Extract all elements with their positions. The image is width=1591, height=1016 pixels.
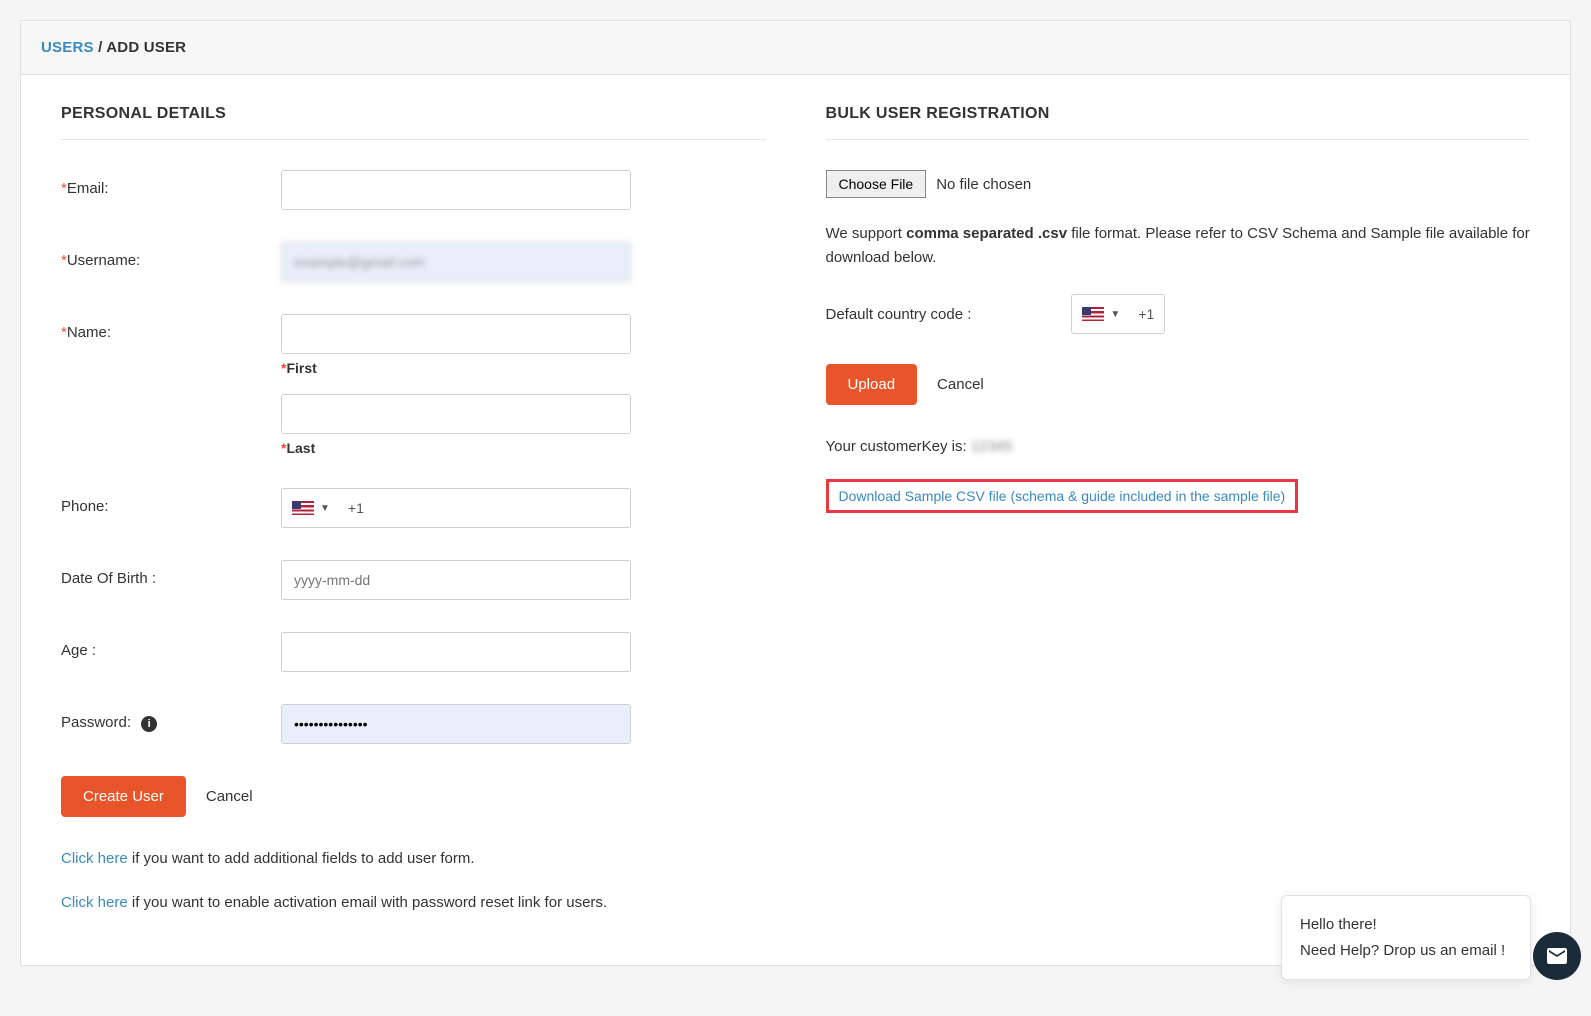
age-row: Age : — [61, 632, 766, 672]
bulk-cancel-button[interactable]: Cancel — [937, 376, 984, 393]
breadcrumb: USERS / ADD USER — [21, 21, 1570, 75]
phone-country-selector[interactable]: ▼ — [282, 501, 338, 515]
first-name-sublabel: First — [286, 360, 316, 376]
activation-email-link[interactable]: Click here — [61, 894, 128, 911]
chat-line2: Need Help? Drop us an email ! — [1300, 938, 1512, 964]
country-code-label: Default country code : — [826, 306, 972, 323]
bulk-registration-section: BULK USER REGISTRATION Choose File No fi… — [826, 105, 1531, 935]
last-name-input[interactable] — [281, 394, 631, 434]
info-icon[interactable]: i — [141, 716, 157, 732]
dob-row: Date Of Birth : — [61, 560, 766, 600]
chevron-down-icon: ▼ — [320, 503, 330, 514]
note-additional-fields: Click here if you want to add additional… — [61, 847, 766, 871]
password-input — [281, 704, 631, 744]
name-label: Name: — [67, 324, 111, 341]
file-row: Choose File No file chosen — [826, 170, 1531, 198]
download-sample-link[interactable]: Download Sample CSV file (schema & guide… — [839, 488, 1286, 504]
username-row: *Username: — [61, 242, 766, 282]
create-user-button[interactable]: Create User — [61, 776, 186, 817]
divider — [826, 139, 1531, 140]
cancel-button[interactable]: Cancel — [206, 788, 253, 805]
country-code-row: Default country code : ▼ +1 — [826, 294, 1531, 334]
password-label: Password: — [61, 714, 131, 731]
breadcrumb-current: ADD USER — [106, 39, 186, 56]
first-name-input[interactable] — [281, 314, 631, 354]
customer-key-row: Your customerKey is: 12345 — [826, 435, 1531, 459]
age-label: Age : — [61, 642, 96, 659]
breadcrumb-users-link[interactable]: USERS — [41, 39, 94, 56]
chat-button[interactable] — [1533, 932, 1581, 980]
name-row: *Name: *First *Last — [61, 314, 766, 456]
page-card: USERS / ADD USER PERSONAL DETAILS *Email… — [20, 20, 1571, 966]
phone-input-wrap[interactable]: ▼ +1 — [281, 488, 631, 528]
customer-key-value: 12345 — [971, 438, 1013, 455]
us-flag-icon — [1082, 307, 1104, 321]
content: PERSONAL DETAILS *Email: *Username: *Nam… — [21, 75, 1570, 965]
chat-line1: Hello there! — [1300, 912, 1512, 938]
email-label: Email: — [67, 180, 109, 197]
mail-icon — [1545, 944, 1569, 968]
upload-button[interactable]: Upload — [826, 364, 918, 405]
personal-details-section: PERSONAL DETAILS *Email: *Username: *Nam… — [61, 105, 766, 935]
chevron-down-icon: ▼ — [1110, 309, 1120, 320]
phone-label: Phone: — [61, 498, 109, 515]
country-code-value: +1 — [1128, 306, 1164, 322]
file-status: No file chosen — [936, 176, 1031, 193]
phone-row: Phone: ▼ +1 — [61, 488, 766, 528]
dob-label: Date Of Birth : — [61, 570, 156, 587]
additional-fields-link[interactable]: Click here — [61, 850, 128, 867]
password-row: Password: i — [61, 704, 766, 744]
username-input — [281, 242, 631, 282]
note-activation-email: Click here if you want to enable activat… — [61, 891, 766, 915]
email-row: *Email: — [61, 170, 766, 210]
support-text: We support comma separated .csv file for… — [826, 222, 1531, 270]
download-sample-box: Download Sample CSV file (schema & guide… — [826, 479, 1299, 513]
personal-details-title: PERSONAL DETAILS — [61, 105, 766, 123]
choose-file-button[interactable]: Choose File — [826, 170, 927, 198]
phone-code: +1 — [338, 500, 374, 516]
bulk-title: BULK USER REGISTRATION — [826, 105, 1531, 123]
last-name-sublabel: Last — [286, 440, 315, 456]
us-flag-icon — [292, 501, 314, 515]
username-label: Username: — [67, 252, 140, 269]
country-code-selector[interactable]: ▼ +1 — [1071, 294, 1165, 334]
bulk-actions: Upload Cancel — [826, 364, 1531, 405]
email-input[interactable] — [281, 170, 631, 210]
form-actions: Create User Cancel — [61, 776, 766, 817]
dob-input[interactable] — [281, 560, 631, 600]
divider — [61, 139, 766, 140]
age-input[interactable] — [281, 632, 631, 672]
chat-bubble: Hello there! Need Help? Drop us an email… — [1281, 895, 1531, 980]
